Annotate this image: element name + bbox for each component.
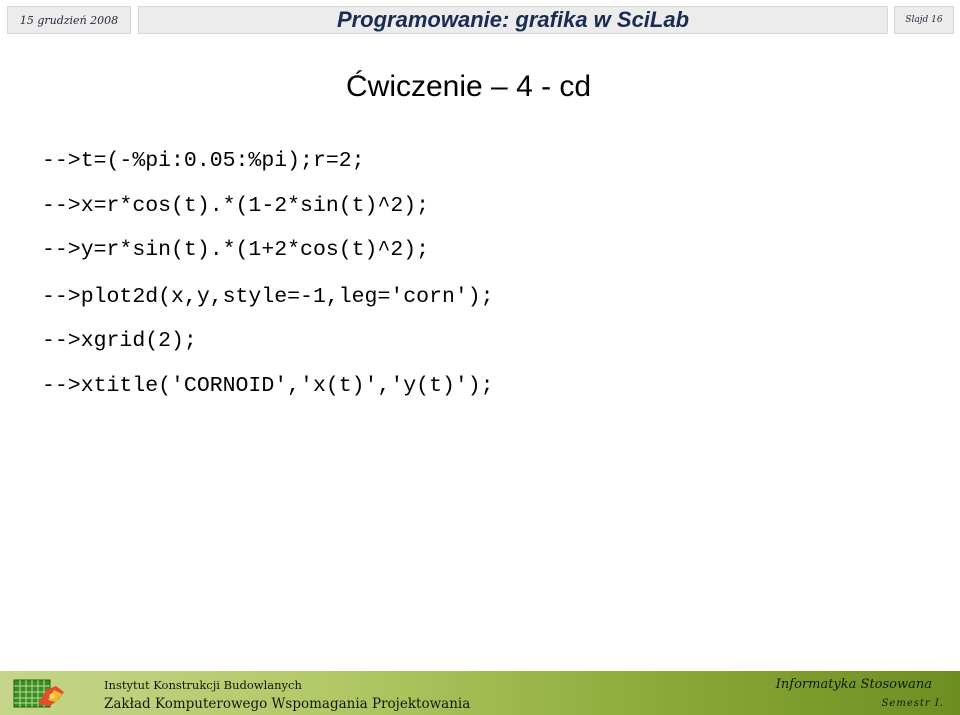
footer-department: Zakład Komputerowego Wspomagania Projekt… <box>104 696 471 712</box>
code-line-3: -->y=r*sin(t).*(1+2*cos(t)^2); <box>42 238 430 262</box>
code-line-2: -->x=r*cos(t).*(1-2*sin(t)^2); <box>42 194 430 218</box>
grid-logo-icon <box>13 679 64 708</box>
footer-institute: Instytut Konstrukcji Budowlanych <box>104 678 302 692</box>
slide-heading: Ćwiczenie – 4 - cd <box>346 70 592 103</box>
code-line-5: -->xgrid(2); <box>42 329 197 353</box>
footer-semester: Semestr I. <box>881 698 944 709</box>
header-title: Programowanie: grafika w SciLab <box>138 6 888 34</box>
code-line-1: -->t=(-%pi:0.05:%pi);r=2; <box>42 149 365 173</box>
header-date: 15 grudzień 2008 <box>7 6 131 34</box>
code-line-6: -->xtitle('CORNOID','x(t)','y(t)'); <box>42 374 494 398</box>
footer-course: Informatyka Stosowana <box>775 677 932 692</box>
code-line-4: -->plot2d(x,y,style=-1,leg='corn'); <box>42 285 494 309</box>
slide-number: Slajd 16 <box>894 6 954 34</box>
footer-bar: Instytut Konstrukcji Budowlanych Zakład … <box>0 671 960 715</box>
